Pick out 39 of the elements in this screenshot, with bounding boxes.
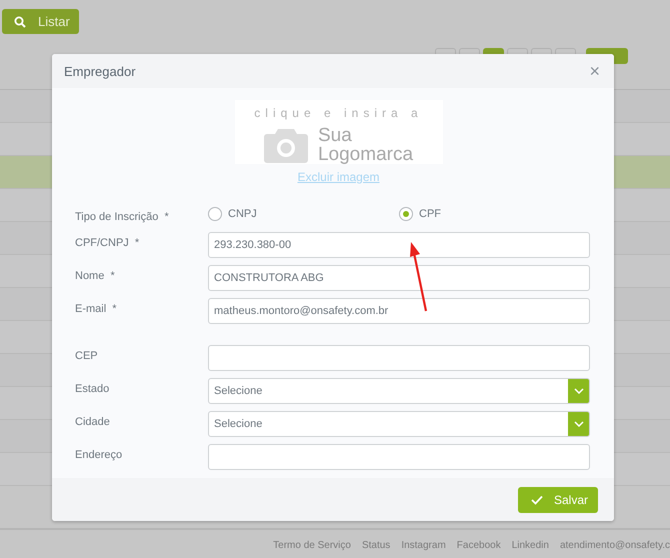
field-label: Tipo de Inscrição * — [75, 210, 170, 223]
radio-label: CPF — [419, 208, 441, 220]
input-field[interactable] — [208, 444, 590, 470]
logo-tagline: clique e insira a — [254, 106, 423, 120]
logo-text: Logomarca — [318, 145, 414, 164]
chevron-down-icon — [574, 388, 584, 394]
select-field[interactable]: Selecione — [208, 378, 590, 404]
check-icon — [531, 494, 543, 504]
field-label: Estado — [75, 382, 110, 395]
footer-link[interactable]: Linkedin — [512, 540, 549, 550]
chevron-down-icon — [574, 421, 584, 427]
radio-label: CNPJ — [228, 208, 257, 220]
input-field[interactable]: CONSTRUTORA ABG — [208, 265, 590, 291]
field-label: E-mail * — [75, 302, 118, 315]
field-label: Nome * — [75, 269, 116, 282]
dialog-title: Empregador — [64, 64, 136, 78]
footer-link[interactable]: Instagram — [401, 540, 446, 550]
logo-text: Sua — [318, 126, 353, 145]
input-field[interactable]: matheus.montoro@onsafety.com.br — [208, 298, 590, 324]
field-label: Endereço — [75, 448, 124, 461]
field-label: Cidade — [75, 415, 111, 428]
logo-upload[interactable]: clique e insira a Sua Logomarca — [234, 100, 442, 164]
field-label: CEP — [75, 349, 99, 362]
footer-link[interactable]: Termo de Serviço — [273, 540, 351, 550]
footer-link[interactable]: Facebook — [456, 540, 501, 550]
search-icon — [14, 16, 26, 28]
field-label: CPF/CNPJ * — [75, 236, 140, 249]
input-field[interactable]: 293.230.380-00 — [208, 232, 590, 258]
footer-link[interactable]: Status — [362, 540, 390, 550]
radio-button[interactable] — [399, 207, 413, 221]
remove-image-link[interactable]: Excluir imagem — [297, 170, 380, 184]
radio-button[interactable] — [208, 207, 222, 221]
close-button[interactable]: × — [587, 62, 602, 80]
list-button[interactable]: Listar — [2, 9, 79, 34]
input-field[interactable] — [208, 345, 590, 371]
save-button[interactable]: Salvar — [518, 486, 598, 512]
select-field[interactable]: Selecione — [208, 411, 590, 437]
camera-icon — [264, 127, 308, 163]
footer-link[interactable]: atendimento@onsafety.c — [560, 540, 670, 550]
